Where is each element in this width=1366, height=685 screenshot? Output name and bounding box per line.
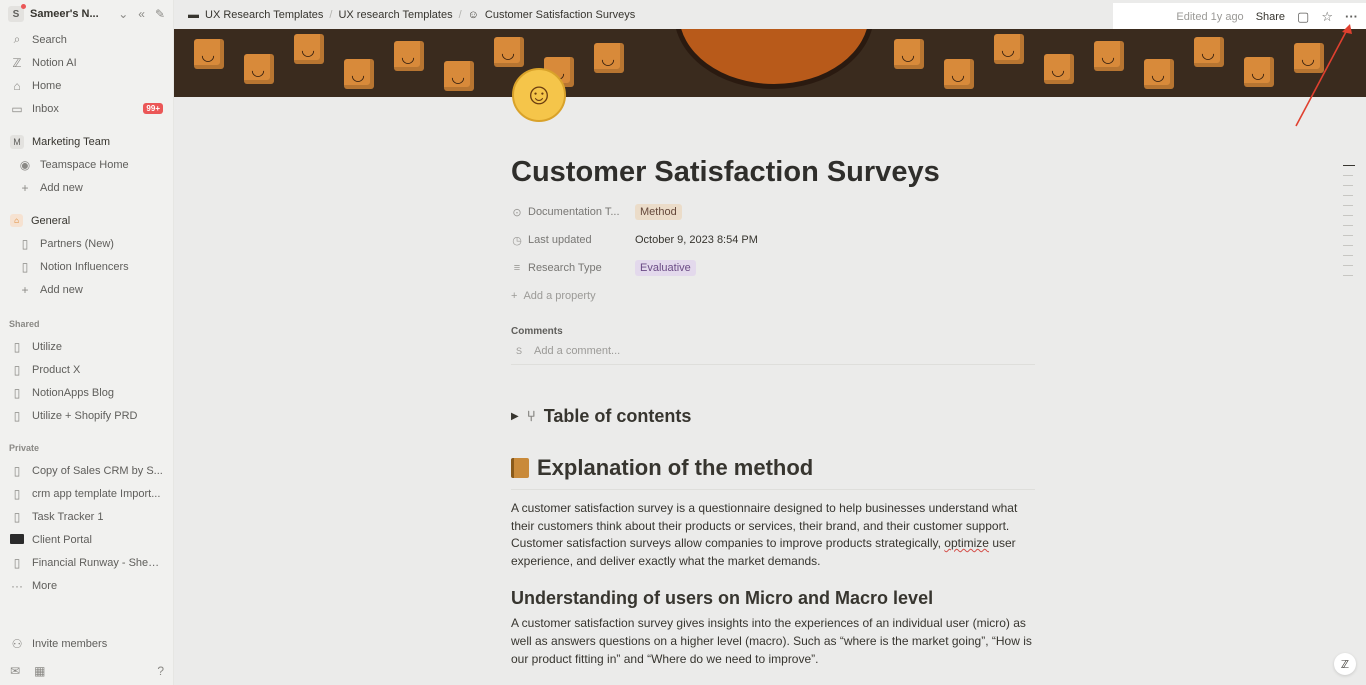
- breadcrumb-item[interactable]: UX research Templates: [338, 9, 452, 21]
- breadcrumb-item-current[interactable]: Customer Satisfaction Surveys: [485, 9, 635, 21]
- property-documentation-type[interactable]: ⊙ Documentation T... Method: [511, 198, 1035, 226]
- search-icon: ⌕: [13, 32, 21, 46]
- page-icon: ▯: [13, 362, 21, 377]
- sidebar-item-sales-crm[interactable]: ▯ Copy of Sales CRM by S...: [0, 459, 173, 482]
- page-icon: ▯: [13, 486, 21, 501]
- sidebar-item-financial-runway[interactable]: ▯ Financial Runway - Sheet4: [0, 551, 173, 574]
- page-icon: ▯: [13, 555, 21, 570]
- sidebar-item-crm-template[interactable]: ▯ crm app template Import...: [0, 482, 173, 505]
- page-content: Customer Satisfaction Surveys ⊙ Documenta…: [511, 150, 1035, 668]
- section-label-shared: Shared: [9, 319, 40, 329]
- annotation-arrow: [1295, 24, 1352, 127]
- collapse-sidebar-icon[interactable]: «: [138, 7, 145, 21]
- compass-icon: ◉: [19, 157, 31, 172]
- comments-label: Comments: [511, 326, 563, 337]
- property-research-type[interactable]: ≡ Research Type Evaluative: [511, 254, 1035, 282]
- heading-explanation[interactable]: Explanation of the method: [511, 455, 1035, 490]
- sidebar-item-teamspace-home[interactable]: ◉ Teamspace Home: [0, 153, 173, 176]
- page-icon: ▯: [13, 408, 21, 423]
- page-icon: ▯: [21, 236, 29, 251]
- last-updated-value: October 9, 2023 8:54 PM: [635, 234, 758, 246]
- workspace-switcher[interactable]: S Sameer's N... ⌄ « ✎: [0, 0, 173, 28]
- plus-icon: +: [511, 290, 518, 302]
- page-title[interactable]: Customer Satisfaction Surveys: [511, 150, 1035, 194]
- page-icon: ▯: [13, 509, 21, 524]
- breadcrumb: ▬ UX Research Templates / UX research Te…: [174, 9, 635, 21]
- breadcrumb-item[interactable]: UX Research Templates: [205, 9, 323, 21]
- avatar: S: [516, 345, 523, 356]
- notion-ai-icon: ℤ: [12, 55, 22, 70]
- sidebar-item-marketing-team[interactable]: M Marketing Team: [0, 130, 173, 153]
- table-of-contents-toggle[interactable]: ▶ ⑂ Table of contents: [511, 403, 1035, 429]
- select-icon: ⊙: [512, 206, 522, 219]
- sidebar-item-product-x[interactable]: ▯ Product X: [0, 358, 173, 381]
- help-icon[interactable]: ?: [157, 664, 164, 678]
- properties: ⊙ Documentation T... Method ◷ Last updated…: [511, 198, 1035, 310]
- page-icon-emoji[interactable]: ☺: [512, 68, 566, 122]
- sidebar-add-new-general[interactable]: + Add new: [0, 278, 173, 301]
- team-avatar: M: [10, 134, 24, 149]
- calendar-icon[interactable]: ▦: [34, 664, 45, 678]
- sidebar-item-notion-ai[interactable]: ℤ Notion AI: [0, 51, 173, 74]
- sidebar-add-new-team[interactable]: + Add new: [0, 176, 173, 199]
- edited-status: Edited 1y ago: [1176, 10, 1244, 23]
- share-button[interactable]: Share: [1256, 11, 1285, 23]
- cover-image[interactable]: [174, 29, 1366, 97]
- paragraph-explanation[interactable]: A customer satisfaction survey is a ques…: [511, 500, 1035, 570]
- section-label-private: Private: [9, 443, 40, 453]
- sidebar-item-utilize[interactable]: ▯ Utilize: [0, 335, 173, 358]
- comment-input[interactable]: S Add a comment...: [511, 337, 1035, 365]
- smiley-icon: ☺: [467, 8, 479, 21]
- comment-placeholder: Add a comment...: [534, 344, 621, 357]
- outline-minimap[interactable]: [1343, 165, 1355, 285]
- inbox-badge: 99+: [143, 103, 163, 114]
- home-icon: ⌂: [13, 78, 21, 93]
- sidebar-item-utilize-shopify[interactable]: ▯ Utilize + Shopify PRD: [0, 404, 173, 427]
- mail-icon[interactable]: ✉: [10, 664, 20, 678]
- sidebar-item-notionapps-blog[interactable]: ▯ NotionApps Blog: [0, 381, 173, 404]
- breadcrumb-separator: /: [458, 8, 462, 21]
- sidebar-item-partners[interactable]: ▯ Partners (New): [0, 232, 173, 255]
- chevron-down-icon[interactable]: ⌄: [118, 7, 128, 21]
- page-icon: ▯: [13, 339, 21, 354]
- tag-method[interactable]: Method: [635, 204, 682, 220]
- workspace-avatar: S: [8, 4, 26, 22]
- plus-icon: +: [21, 180, 29, 195]
- plus-icon: +: [21, 282, 29, 297]
- book-icon: [511, 458, 529, 478]
- tag-evaluative[interactable]: Evaluative: [635, 260, 696, 276]
- sidebar-item-search[interactable]: ⌕ Search: [0, 28, 173, 51]
- workspace-name: Sameer's N...: [30, 8, 99, 20]
- sidebar-item-task-tracker[interactable]: ▯ Task Tracker 1: [0, 505, 173, 528]
- sidebar-item-more[interactable]: ··· More: [0, 574, 173, 597]
- add-property-button[interactable]: + Add a property: [511, 282, 1035, 310]
- sidebar-item-home[interactable]: ⌂ Home: [0, 74, 173, 97]
- monitor-icon: [10, 533, 24, 547]
- paragraph-understanding[interactable]: A customer satisfaction survey gives ins…: [511, 615, 1035, 668]
- sidebar: S Sameer's N... ⌄ « ✎ ⌕ Search ℤ Notion …: [0, 0, 174, 685]
- clock-icon: ◷: [512, 234, 522, 247]
- book-icon: ▬: [188, 8, 199, 21]
- page-icon: ▯: [21, 259, 29, 274]
- home-icon: ⌂: [10, 214, 23, 227]
- list-icon: ≡: [513, 262, 521, 274]
- heading-understanding[interactable]: Understanding of users on Micro and Macr…: [511, 588, 1035, 609]
- more-icon: ···: [11, 578, 23, 593]
- inbox-icon: ▭: [11, 101, 23, 116]
- triangle-right-icon[interactable]: ▶: [511, 411, 519, 422]
- sidebar-item-general[interactable]: ⌂ General: [0, 209, 173, 232]
- sidebar-item-notion-influencers[interactable]: ▯ Notion Influencers: [0, 255, 173, 278]
- new-page-icon[interactable]: ✎: [155, 7, 165, 21]
- sidebar-item-inbox[interactable]: ▭ Inbox 99+: [0, 97, 173, 120]
- sidebar-item-client-portal[interactable]: Client Portal: [0, 528, 173, 551]
- page-icon: ▯: [13, 463, 21, 478]
- property-last-updated[interactable]: ◷ Last updated October 9, 2023 8:54 PM: [511, 226, 1035, 254]
- invite-members-button[interactable]: ⚇ Invite members: [0, 631, 174, 657]
- page-icon: ▯: [13, 385, 21, 400]
- notion-ai-help-icon[interactable]: ℤ: [1334, 653, 1356, 675]
- invite-icon: ⚇: [11, 637, 23, 651]
- fork-knife-icon: ⑂: [526, 407, 536, 425]
- breadcrumb-separator: /: [329, 8, 333, 21]
